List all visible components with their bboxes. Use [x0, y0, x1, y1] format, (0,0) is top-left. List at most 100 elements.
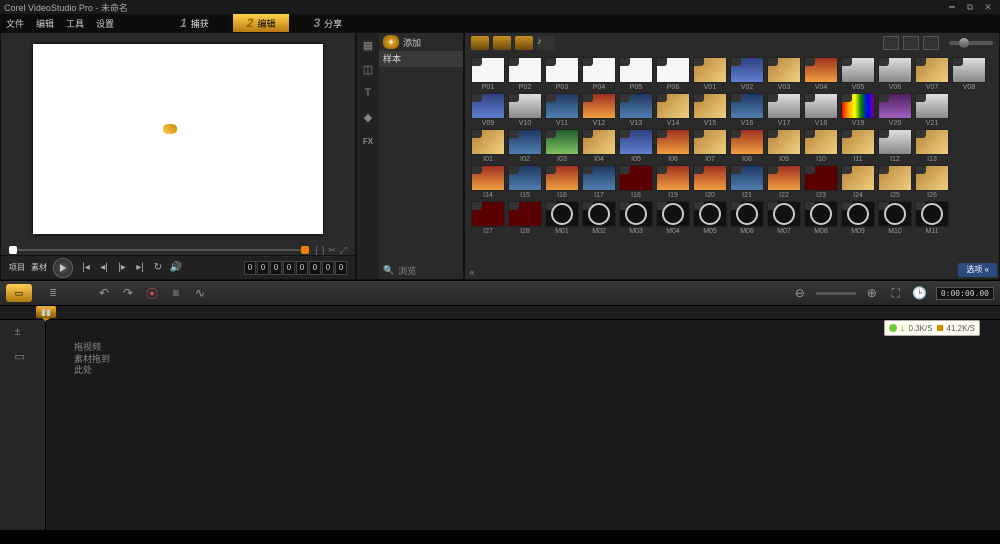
library-thumb[interactable]: I27: [471, 201, 505, 235]
audio-mixer-button[interactable]: ≡: [168, 285, 184, 301]
library-thumb[interactable]: I11: [841, 129, 875, 163]
library-thumb[interactable]: I28: [508, 201, 542, 235]
library-thumb[interactable]: I23: [804, 165, 838, 199]
library-thumb[interactable]: V03: [767, 57, 801, 91]
library-thumb[interactable]: M02: [582, 201, 616, 235]
library-thumb[interactable]: I15: [508, 165, 542, 199]
library-thumb[interactable]: I22: [767, 165, 801, 199]
playhead[interactable]: ▮▮: [36, 306, 56, 318]
zoom-slider[interactable]: [816, 292, 856, 295]
title-tab-icon[interactable]: T: [360, 85, 376, 101]
play-button[interactable]: [53, 258, 73, 278]
library-thumb[interactable]: V06: [878, 57, 912, 91]
list-view-button[interactable]: [883, 36, 899, 50]
close-button[interactable]: ✕: [980, 1, 996, 13]
prev-frame-button[interactable]: ◂|: [97, 261, 111, 275]
go-end-button[interactable]: ▸|: [133, 261, 147, 275]
library-thumb[interactable]: M06: [730, 201, 764, 235]
library-thumb[interactable]: M05: [693, 201, 727, 235]
folder-video-button[interactable]: [493, 36, 511, 50]
library-thumb[interactable]: M04: [656, 201, 690, 235]
cut-icon[interactable]: ✂: [328, 245, 336, 256]
library-thumb[interactable]: I02: [508, 129, 542, 163]
mode-clip-label[interactable]: 素材: [31, 262, 47, 273]
video-track-icon[interactable]: ▭: [15, 350, 31, 364]
next-frame-button[interactable]: |▸: [115, 261, 129, 275]
library-thumb[interactable]: M09: [841, 201, 875, 235]
auto-music-button[interactable]: ∿: [192, 285, 208, 301]
folder-all-button[interactable]: [471, 36, 489, 50]
collapse-panel-button[interactable]: «: [465, 265, 479, 279]
mark-out-icon[interactable]: ]: [322, 245, 325, 256]
library-thumb[interactable]: I09: [767, 129, 801, 163]
library-thumb[interactable]: V10: [508, 93, 542, 127]
zoom-out-button[interactable]: ⊖: [792, 285, 808, 301]
menu-tools[interactable]: 工具: [66, 17, 84, 30]
library-thumb[interactable]: I19: [656, 165, 690, 199]
add-button[interactable]: +: [383, 35, 399, 49]
library-thumb[interactable]: V01: [693, 57, 727, 91]
library-thumb[interactable]: I07: [693, 129, 727, 163]
library-thumb[interactable]: I18: [619, 165, 653, 199]
library-thumb[interactable]: I20: [693, 165, 727, 199]
minimize-button[interactable]: ━: [944, 1, 960, 13]
menu-file[interactable]: 文件: [6, 17, 24, 30]
library-thumb[interactable]: M03: [619, 201, 653, 235]
time-ruler[interactable]: ▮▮: [0, 306, 1000, 320]
zoom-in-button[interactable]: ⊕: [864, 285, 880, 301]
go-start-button[interactable]: |◂: [79, 261, 93, 275]
transition-tab-icon[interactable]: ◫: [360, 61, 376, 77]
library-thumb[interactable]: V08: [952, 57, 986, 91]
step-edit[interactable]: 2编辑: [233, 14, 290, 32]
library-thumb[interactable]: I01: [471, 129, 505, 163]
library-thumb[interactable]: V13: [619, 93, 653, 127]
library-thumb[interactable]: I26: [915, 165, 949, 199]
menu-edit[interactable]: 编辑: [36, 17, 54, 30]
category-sample[interactable]: 样本: [379, 51, 463, 67]
step-share[interactable]: 3分享: [299, 14, 356, 32]
browse-icon[interactable]: 🔍: [383, 265, 394, 276]
expand-icon[interactable]: ⤢: [340, 245, 347, 256]
library-thumb[interactable]: V21: [915, 93, 949, 127]
library-thumb[interactable]: P03: [545, 57, 579, 91]
step-capture[interactable]: 1捕获: [166, 14, 223, 32]
library-thumb[interactable]: V02: [730, 57, 764, 91]
fit-project-button[interactable]: ⛶: [888, 285, 904, 301]
library-thumb[interactable]: V18: [804, 93, 838, 127]
library-thumb[interactable]: M08: [804, 201, 838, 235]
redo-button[interactable]: ↷: [120, 285, 136, 301]
options-button[interactable]: 选项: [958, 263, 997, 277]
folder-audio-button[interactable]: ♪: [537, 36, 555, 50]
sort-button[interactable]: [923, 36, 939, 50]
library-thumb[interactable]: V04: [804, 57, 838, 91]
media-tab-icon[interactable]: ▦: [360, 37, 376, 53]
volume-button[interactable]: 🔊: [169, 261, 183, 275]
thumb-size-slider[interactable]: [949, 41, 993, 45]
filter-tab-icon[interactable]: FX: [360, 133, 376, 149]
menu-settings[interactable]: 设置: [96, 17, 114, 30]
timeline-view-tab[interactable]: ≣: [40, 284, 66, 302]
library-thumb[interactable]: V09: [471, 93, 505, 127]
browse-label[interactable]: 浏览: [398, 264, 416, 277]
library-thumb[interactable]: V17: [767, 93, 801, 127]
library-thumb[interactable]: I06: [656, 129, 690, 163]
library-thumb[interactable]: M10: [878, 201, 912, 235]
library-thumb[interactable]: I08: [730, 129, 764, 163]
preview-viewport[interactable]: [1, 33, 355, 245]
library-thumb[interactable]: I14: [471, 165, 505, 199]
library-thumb[interactable]: V05: [841, 57, 875, 91]
library-thumb[interactable]: V07: [915, 57, 949, 91]
library-thumb[interactable]: V14: [656, 93, 690, 127]
record-button[interactable]: ⦿: [144, 285, 160, 301]
library-thumb[interactable]: I10: [804, 129, 838, 163]
graphic-tab-icon[interactable]: ◆: [360, 109, 376, 125]
library-thumb[interactable]: V16: [730, 93, 764, 127]
library-thumb[interactable]: I16: [545, 165, 579, 199]
library-thumb[interactable]: I04: [582, 129, 616, 163]
undo-button[interactable]: ↶: [96, 285, 112, 301]
library-thumb[interactable]: I25: [878, 165, 912, 199]
library-thumb[interactable]: I24: [841, 165, 875, 199]
library-thumb[interactable]: I05: [619, 129, 653, 163]
loop-button[interactable]: ↻: [151, 261, 165, 275]
library-thumb[interactable]: P02: [508, 57, 542, 91]
